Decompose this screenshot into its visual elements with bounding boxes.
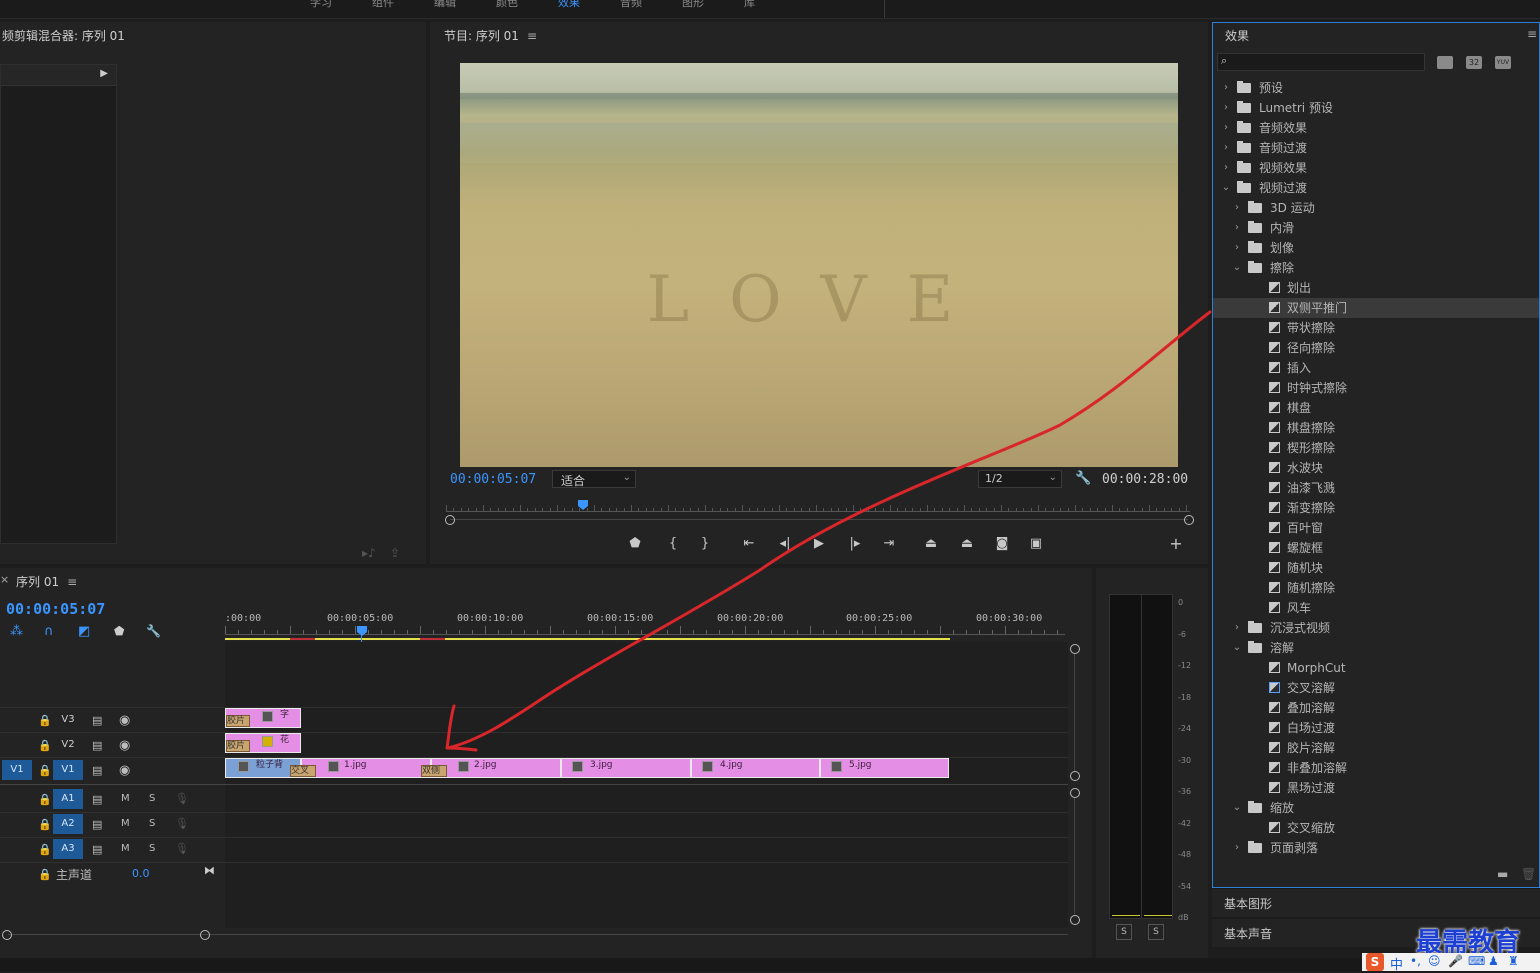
ime-toolbar[interactable]: S 中 •, ☺ 🎤 ⌨ ♟ ♜ — [1362, 953, 1540, 973]
emoji-icon[interactable]: ☺ — [1428, 954, 1441, 968]
user-icon[interactable]: ♟ — [1488, 954, 1499, 968]
annotation-arrow — [445, 310, 1212, 752]
ime-mode[interactable]: 中 — [1390, 954, 1403, 973]
keyboard-icon[interactable]: ⌨ — [1468, 954, 1485, 968]
shirt-icon[interactable]: ♜ — [1508, 954, 1519, 968]
microphone-icon[interactable]: 🎤 — [1448, 954, 1463, 968]
sogou-logo-icon: S — [1366, 953, 1384, 971]
punctuation-icon[interactable]: •, — [1410, 954, 1421, 968]
